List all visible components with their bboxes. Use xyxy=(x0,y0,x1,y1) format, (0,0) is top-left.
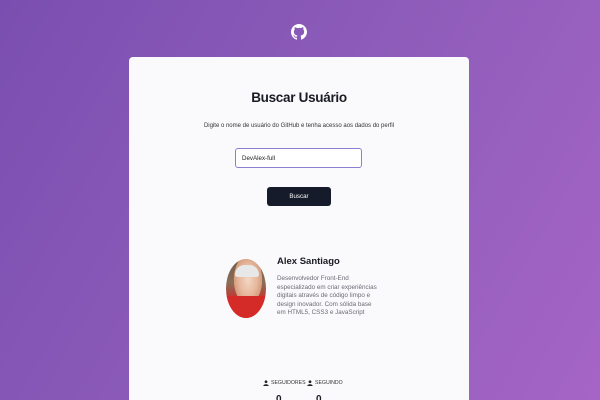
followers-label: SEGUIDORES xyxy=(271,380,306,386)
search-card: Buscar Usuário Digite o nome de usuário … xyxy=(129,57,469,400)
person-icon xyxy=(263,380,269,386)
github-icon xyxy=(291,24,307,40)
page-title: Buscar Usuário xyxy=(251,90,347,105)
avatar-cap xyxy=(235,265,259,277)
following-label: SEGUINDO xyxy=(315,380,343,386)
username-search-input[interactable] xyxy=(235,148,362,168)
profile-name: Alex Santiago xyxy=(277,256,340,267)
page-subtitle: Digite o nome de usuário do GitHub e ten… xyxy=(203,123,395,129)
following-count: 0 xyxy=(316,394,322,400)
followers-count: 0 xyxy=(276,394,282,400)
following-stat: SEGUINDO xyxy=(307,380,343,386)
profile-bio: Desenvolvedor Front-End especializado em… xyxy=(277,275,377,317)
followers-stat: SEGUIDORES xyxy=(263,380,306,386)
person-icon xyxy=(307,380,313,386)
avatar xyxy=(226,259,266,318)
search-button[interactable]: Buscar xyxy=(267,187,331,206)
avatar-shirt xyxy=(226,296,266,318)
